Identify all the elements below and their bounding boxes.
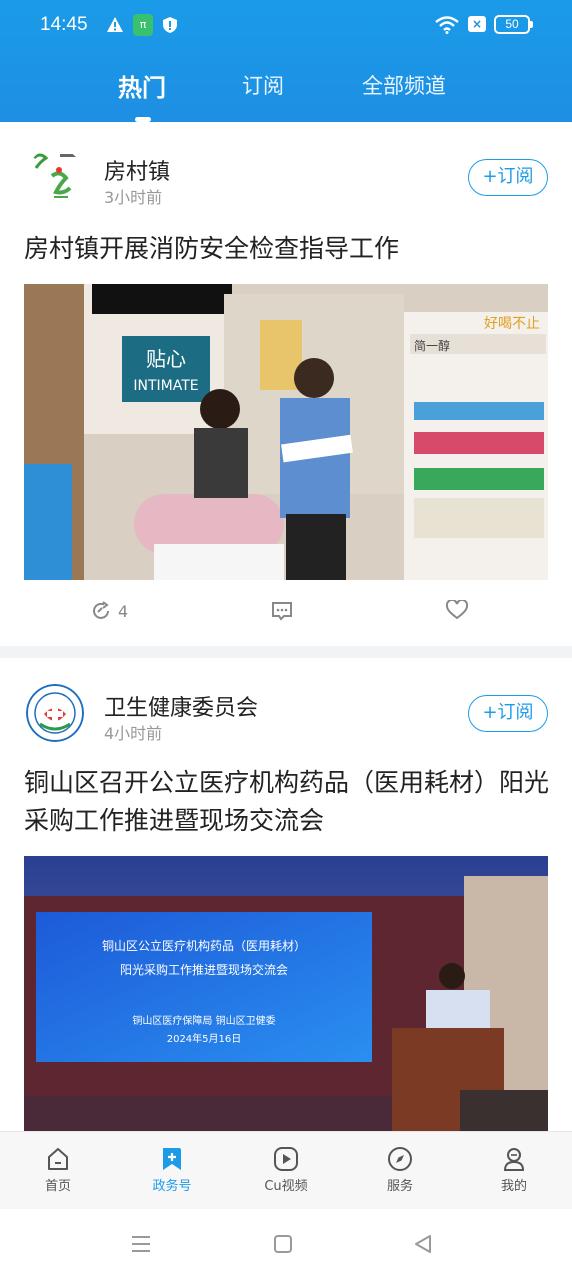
tab-all-channels[interactable]: 全部频道	[362, 70, 446, 100]
meeting-photo: 铜山区公立医疗机构药品（医用耗材） 阳光采购工作推进暨现场交流会 铜山区医疗保障…	[24, 856, 548, 1138]
article-actions: 4	[0, 596, 572, 628]
source-name[interactable]: 卫生健康委员会	[104, 690, 258, 722]
fangcun-logo-icon	[26, 148, 84, 206]
comment-icon	[272, 602, 292, 621]
back-triangle-icon[interactable]	[412, 1233, 434, 1255]
article-photo[interactable]: 铜山区公立医疗机构药品（医用耗材） 阳光采购工作推进暨现场交流会 铜山区医疗保障…	[24, 856, 548, 1138]
battery-icon: 50	[494, 15, 533, 34]
repost-icon	[93, 601, 109, 619]
app-notification-icon: π	[133, 14, 153, 36]
home-icon	[48, 1148, 68, 1170]
subscribe-button[interactable]: +订阅	[468, 159, 548, 196]
feed-card[interactable]: 卫生健康委员会 4小时前 +订阅 铜山区召开公立医疗机构药品（医用耗材）阳光采购…	[0, 658, 572, 1138]
nav-gov-accounts-label: 政务号	[152, 1179, 192, 1194]
header: 14:45 π × 50 热门 订阅 全部频道	[0, 0, 572, 122]
menu-icon[interactable]	[130, 1233, 152, 1255]
play-icon	[274, 1147, 298, 1171]
health-commission-logo-icon	[26, 684, 84, 742]
home-square-icon[interactable]	[273, 1233, 293, 1255]
shelf-sign-2: 好喝不止	[484, 316, 540, 332]
nav-services[interactable]: 服务	[365, 1146, 435, 1194]
nav-home[interactable]: 首页	[23, 1146, 93, 1194]
repost-count: 4	[118, 601, 129, 621]
shield-icon	[163, 17, 177, 33]
heart-icon	[446, 600, 468, 620]
article-title[interactable]: 房村镇开展消防安全检查指导工作	[24, 230, 554, 268]
system-navigation-bar	[0, 1209, 572, 1280]
article-title[interactable]: 铜山区召开公立医疗机构药品（医用耗材）阳光采购工作推进暨现场交流会	[24, 764, 554, 840]
top-tabs: 热门 订阅 全部频道	[0, 66, 572, 122]
photo-sign-text-en: INTIMATE	[133, 378, 198, 394]
screen-title-1: 铜山区公立医疗机构药品（医用耗材）	[102, 938, 306, 953]
nav-profile[interactable]: 我的	[479, 1146, 549, 1194]
nav-services-label: 服务	[386, 1179, 413, 1194]
screen-organizers: 铜山区医疗保障局 铜山区卫健委	[132, 1014, 275, 1027]
repost-button[interactable]: 4	[90, 600, 128, 622]
article-photo[interactable]: 贴心 INTIMATE 简一醇 好喝不止	[24, 284, 548, 580]
bottom-nav: 首页 政务号 Cu视频 服务 我的	[0, 1131, 572, 1209]
tab-subscribed[interactable]: 订阅	[242, 70, 284, 100]
status-bar: 14:45 π × 50	[0, 0, 572, 50]
nav-profile-label: 我的	[500, 1179, 527, 1194]
comment-button[interactable]	[270, 600, 294, 622]
app-screen: 14:45 π × 50 热门 订阅 全部频道 房村镇 3小时前 +订阅 房村镇…	[0, 0, 572, 1280]
warning-icon	[107, 17, 123, 32]
tab-hot[interactable]: 热门	[118, 68, 166, 103]
wifi-icon	[435, 16, 459, 34]
source-avatar[interactable]	[26, 684, 84, 742]
nav-video-label: Cu视频	[264, 1179, 308, 1194]
feed-card[interactable]: 房村镇 3小时前 +订阅 房村镇开展消防安全检查指导工作 贴心 INTIMATE…	[0, 122, 572, 646]
post-time: 4小时前	[104, 724, 163, 743]
shelf-sign: 简一醇	[414, 338, 450, 353]
bookmark-plus-icon	[163, 1148, 181, 1170]
status-time: 14:45	[40, 14, 88, 35]
nav-gov-accounts[interactable]: 政务号	[137, 1146, 207, 1194]
source-avatar[interactable]	[26, 148, 84, 206]
subscribe-button[interactable]: +订阅	[468, 695, 548, 732]
screen-date: 2024年5月16日	[167, 1032, 242, 1045]
compass-icon	[388, 1147, 412, 1171]
nav-home-label: 首页	[44, 1179, 71, 1194]
screen-title-2: 阳光采购工作推进暨现场交流会	[120, 962, 288, 977]
like-button[interactable]	[446, 600, 468, 620]
source-name[interactable]: 房村镇	[104, 154, 170, 186]
photo-sign-text: 贴心	[146, 347, 186, 371]
sim-x-icon: ×	[468, 16, 486, 32]
profile-icon	[503, 1148, 525, 1171]
store-inspection-photo: 贴心 INTIMATE 简一醇 好喝不止	[24, 284, 548, 580]
post-time: 3小时前	[104, 188, 163, 207]
nav-video[interactable]: Cu视频	[251, 1146, 321, 1194]
